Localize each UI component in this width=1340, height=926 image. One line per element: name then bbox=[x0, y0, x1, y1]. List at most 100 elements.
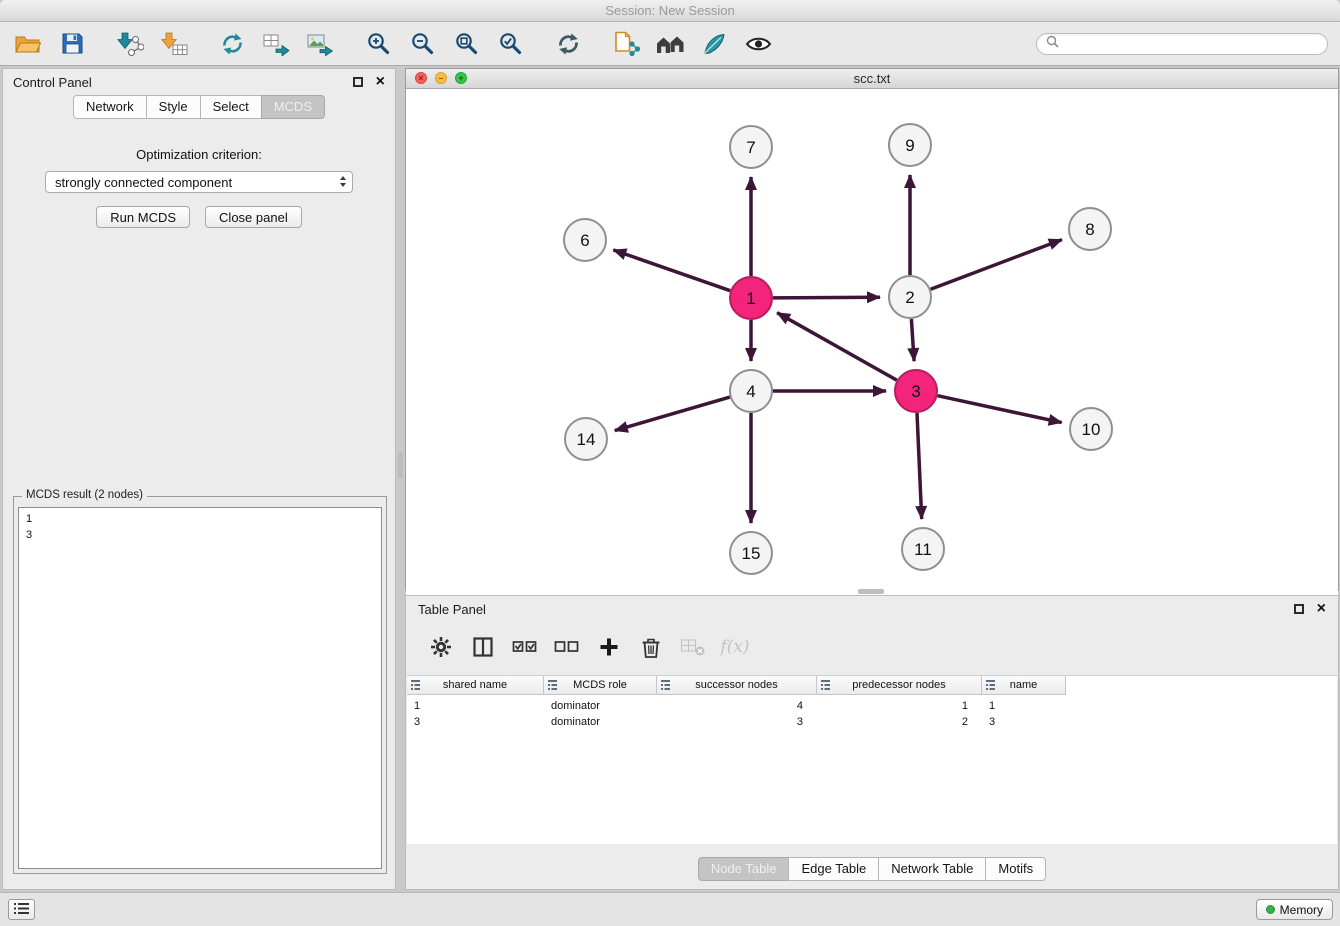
close-window-button[interactable]: × bbox=[415, 72, 427, 84]
graph-node-11[interactable]: 11 bbox=[902, 528, 944, 570]
export-table-button[interactable] bbox=[260, 27, 292, 61]
graph-edge-1-2[interactable] bbox=[773, 297, 880, 298]
search-input[interactable] bbox=[1064, 37, 1318, 51]
node-table: shared name MCDS rolesuccessor nodesprede… bbox=[407, 675, 1337, 844]
graph-edge-3-10[interactable] bbox=[938, 396, 1062, 423]
apply-style-button[interactable] bbox=[698, 27, 730, 61]
table-cell: 1 bbox=[982, 700, 1066, 712]
control-panel-title: Control Panel bbox=[13, 75, 92, 90]
column-header-predecessor-nodes[interactable]: predecessor nodes bbox=[817, 676, 982, 695]
column-header-label: shared name bbox=[443, 679, 507, 691]
tab-mcds[interactable]: MCDS bbox=[261, 95, 325, 119]
graph-node-2[interactable]: 2 bbox=[889, 276, 931, 318]
run-mcds-button[interactable]: Run MCDS bbox=[96, 206, 190, 228]
select-all-button[interactable] bbox=[510, 630, 540, 664]
graph-node-label: 10 bbox=[1082, 420, 1101, 439]
clone-network-icon bbox=[612, 31, 640, 57]
zoom-window-button[interactable]: + bbox=[455, 72, 467, 84]
graph-node-7[interactable]: 7 bbox=[730, 126, 772, 168]
import-table-icon bbox=[161, 31, 188, 56]
table-tab-edge-table[interactable]: Edge Table bbox=[788, 857, 879, 881]
main-toolbar bbox=[0, 22, 1340, 66]
graph-edge-4-14[interactable] bbox=[615, 397, 730, 431]
tab-style[interactable]: Style bbox=[146, 95, 201, 119]
deselect-all-button[interactable] bbox=[552, 630, 582, 664]
optimization-criterion-select[interactable]: strongly connected component bbox=[45, 171, 353, 193]
graph-edge-3-11[interactable] bbox=[917, 413, 922, 519]
first-neighbors-icon bbox=[656, 33, 685, 55]
tab-network[interactable]: Network bbox=[73, 95, 147, 119]
table-tab-node-table[interactable]: Node Table bbox=[698, 857, 790, 881]
import-table-button[interactable] bbox=[158, 27, 190, 61]
zoom-selected-icon bbox=[498, 31, 523, 56]
export-network-button[interactable] bbox=[216, 27, 248, 61]
tab-select[interactable]: Select bbox=[200, 95, 262, 119]
graph-edge-3-1[interactable] bbox=[777, 313, 897, 381]
new-column-button[interactable] bbox=[594, 630, 624, 664]
refresh-icon bbox=[556, 32, 581, 56]
zoom-fit-button[interactable] bbox=[450, 27, 482, 61]
vertical-splitter[interactable] bbox=[398, 452, 403, 478]
graph-node-3[interactable]: 3 bbox=[895, 370, 937, 412]
table-cell: 4 bbox=[657, 700, 817, 712]
horizontal-splitter[interactable] bbox=[858, 589, 884, 594]
function-builder-button[interactable]: f(x) bbox=[720, 630, 750, 664]
graph-node-9[interactable]: 9 bbox=[889, 124, 931, 166]
refresh-button[interactable] bbox=[552, 27, 584, 61]
close-table-panel-icon[interactable]: × bbox=[1317, 601, 1326, 617]
column-header-shared-name[interactable]: shared name bbox=[407, 676, 544, 695]
mcds-result-list[interactable]: 13 bbox=[18, 507, 382, 869]
table-options-button[interactable] bbox=[426, 630, 456, 664]
close-panel-icon[interactable]: × bbox=[376, 74, 385, 90]
zoom-out-button[interactable] bbox=[406, 27, 438, 61]
list-icon bbox=[14, 901, 29, 919]
table-row[interactable]: 1dominator411 bbox=[407, 698, 1337, 714]
table-cell: dominator bbox=[544, 700, 657, 712]
show-details-button[interactable] bbox=[742, 27, 774, 61]
graph-node-8[interactable]: 8 bbox=[1069, 208, 1111, 250]
graph-node-10[interactable]: 10 bbox=[1070, 408, 1112, 450]
column-header-successor-nodes[interactable]: successor nodes bbox=[657, 676, 817, 695]
graph-node-14[interactable]: 14 bbox=[565, 418, 607, 460]
graph-node-1[interactable]: 1 bbox=[730, 277, 772, 319]
clone-network-button[interactable] bbox=[610, 27, 642, 61]
column-header-mcds-role[interactable]: MCDS role bbox=[544, 676, 657, 695]
table-tab-motifs[interactable]: Motifs bbox=[985, 857, 1046, 881]
memory-label: Memory bbox=[1280, 903, 1323, 917]
graph-edge-1-6[interactable] bbox=[613, 250, 730, 291]
show-columns-button[interactable] bbox=[468, 630, 498, 664]
graph-node-15[interactable]: 15 bbox=[730, 532, 772, 574]
graph-edge-2-3[interactable] bbox=[911, 319, 914, 361]
table-tab-network-table[interactable]: Network Table bbox=[878, 857, 986, 881]
zoom-in-button[interactable] bbox=[362, 27, 394, 61]
zoom-out-icon bbox=[410, 31, 435, 56]
network-window: × – + scc.txt 1234678910111415 bbox=[405, 68, 1339, 591]
zoom-selected-button[interactable] bbox=[494, 27, 526, 61]
first-neighbors-button[interactable] bbox=[654, 27, 686, 61]
table-cell: 3 bbox=[657, 716, 817, 728]
import-network-button[interactable] bbox=[114, 27, 146, 61]
export-image-button[interactable] bbox=[304, 27, 336, 61]
open-session-button[interactable] bbox=[12, 27, 44, 61]
network-canvas-svg[interactable]: 1 2 3 4 6 7 8 9 10 11 14 15 bbox=[406, 89, 1338, 590]
graph-node-6[interactable]: 6 bbox=[564, 219, 606, 261]
network-canvas: 1 2 3 4 6 7 8 9 10 11 14 15 bbox=[406, 89, 1338, 595]
minimize-window-button[interactable]: – bbox=[435, 72, 447, 84]
save-session-button[interactable] bbox=[56, 27, 88, 61]
memory-button[interactable]: Memory bbox=[1256, 899, 1333, 920]
delete-table-button[interactable] bbox=[678, 630, 708, 664]
mcds-result-line: 1 bbox=[26, 511, 374, 527]
float-table-panel-icon[interactable] bbox=[1294, 604, 1304, 614]
float-panel-icon[interactable] bbox=[353, 77, 363, 87]
delete-columns-button[interactable] bbox=[636, 630, 666, 664]
graph-edge-2-8[interactable] bbox=[931, 240, 1062, 290]
close-panel-button[interactable]: Close panel bbox=[205, 206, 302, 228]
graph-node-label: 15 bbox=[742, 544, 761, 563]
table-cell: dominator bbox=[544, 716, 657, 728]
show-panels-button[interactable] bbox=[8, 899, 35, 920]
table-row[interactable]: 3dominator323 bbox=[407, 714, 1337, 730]
search-box[interactable] bbox=[1036, 33, 1328, 55]
graph-node-4[interactable]: 4 bbox=[730, 370, 772, 412]
column-header-name[interactable]: name bbox=[982, 676, 1066, 695]
combo-stepper-icon bbox=[340, 176, 346, 187]
